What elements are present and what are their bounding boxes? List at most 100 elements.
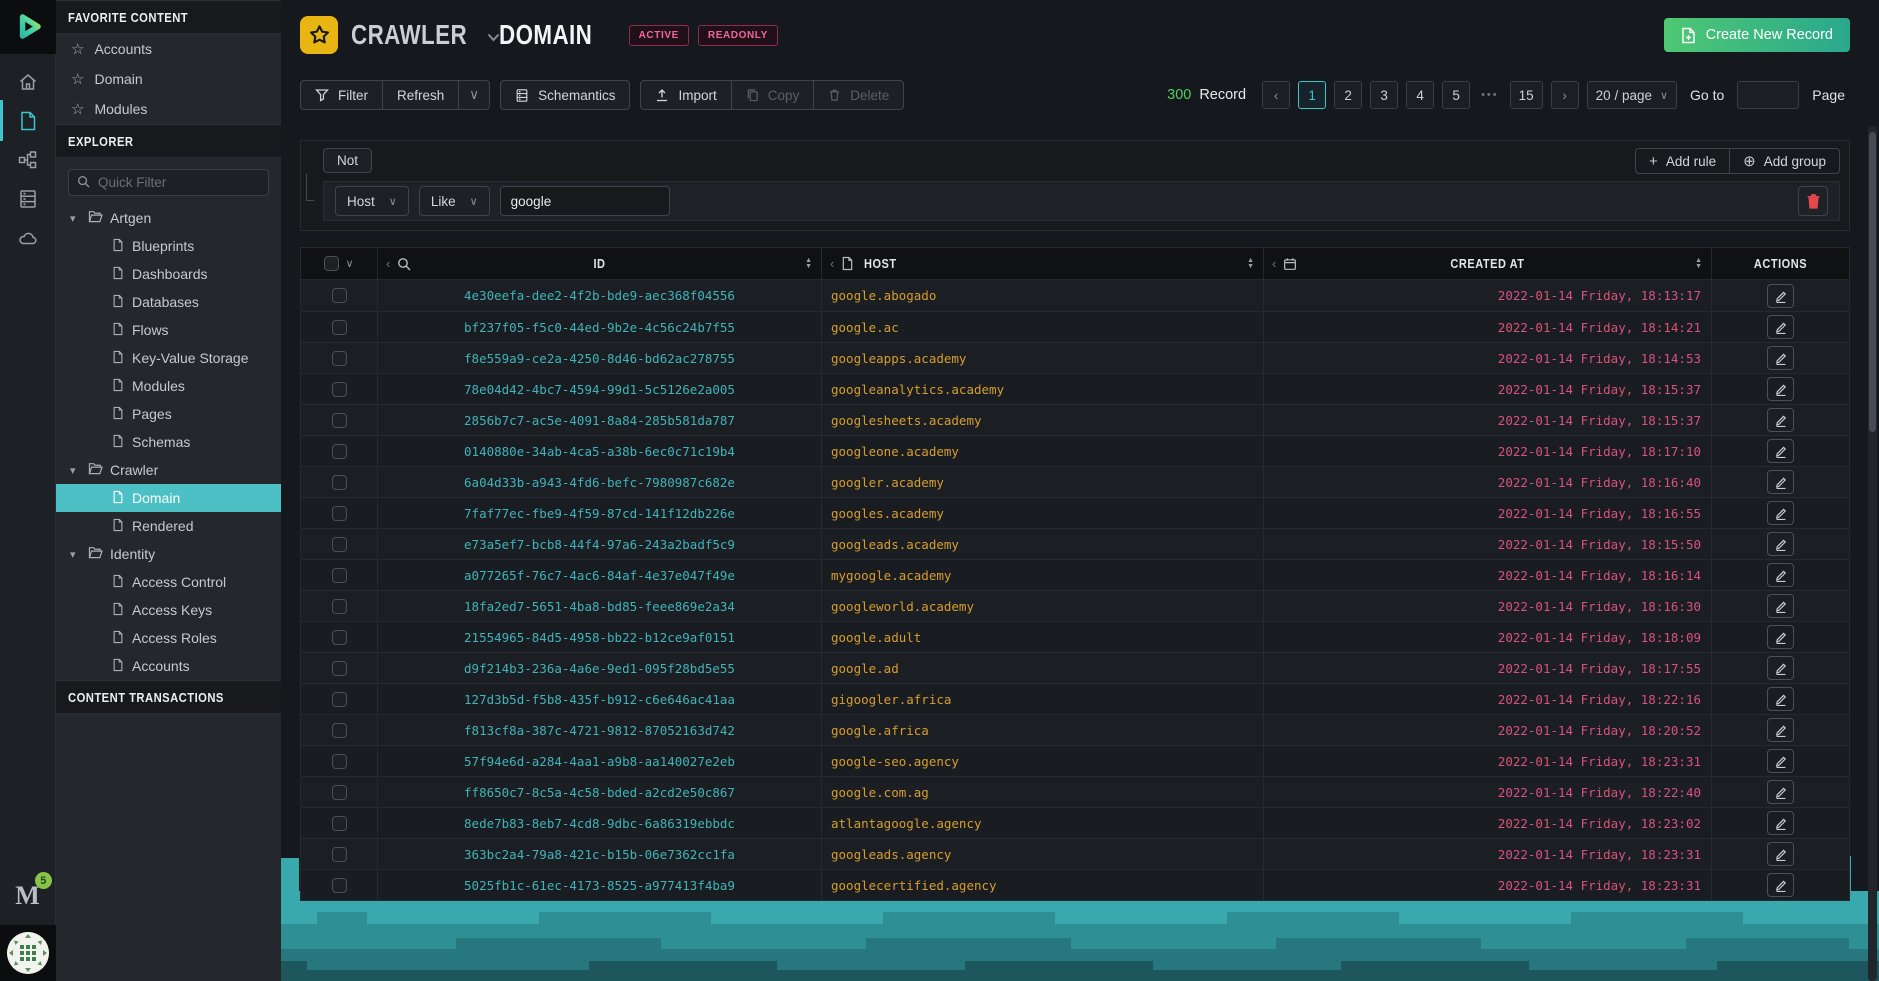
table-row[interactable]: 7faf77ec-fbe9-4f59-87cd-141f12db226egoog…: [301, 497, 1849, 528]
table-row[interactable]: 127d3b5d-f5b8-435f-b912-c6e646ac41aagigo…: [301, 683, 1849, 714]
tree-item-schemas[interactable]: Schemas: [56, 428, 281, 456]
table-row[interactable]: 0140880e-34ab-4ca5-a38b-6ec0c71c19b4goog…: [301, 435, 1849, 466]
tree-item-access-keys[interactable]: Access Keys: [56, 596, 281, 624]
scrollbar-thumb[interactable]: [1869, 132, 1876, 432]
tree-item-rendered[interactable]: Rendered: [56, 512, 281, 540]
edit-record-button[interactable]: [1767, 470, 1794, 494]
documents-icon[interactable]: [16, 109, 39, 132]
table-row[interactable]: 5025fb1c-61ec-4173-8525-a977413f4ba9goog…: [301, 869, 1849, 900]
sidebar-favorite-modules[interactable]: ☆Modules: [56, 94, 281, 124]
favorite-toggle-button[interactable]: [300, 16, 338, 54]
import-button[interactable]: Import: [640, 80, 731, 110]
row-checkbox[interactable]: [332, 878, 347, 893]
caret-down-icon[interactable]: ▾: [70, 212, 81, 225]
edit-record-button[interactable]: [1767, 532, 1794, 556]
edit-record-button[interactable]: [1767, 625, 1794, 649]
header-created-at-column[interactable]: ‹ CREATED AT ▲▼: [1263, 248, 1711, 279]
tree-item-dashboards[interactable]: Dashboards: [56, 260, 281, 288]
table-row[interactable]: 8ede7b83-8eb7-4cd8-9dbc-6a86319ebbdcatla…: [301, 807, 1849, 838]
table-row[interactable]: f813cf8a-387c-4721-9812-87052163d742goog…: [301, 714, 1849, 745]
edit-record-button[interactable]: [1767, 315, 1794, 339]
pagination-page-5[interactable]: 5: [1442, 81, 1470, 109]
edit-record-button[interactable]: [1767, 749, 1794, 773]
row-checkbox[interactable]: [332, 444, 347, 459]
rule-operator-select[interactable]: Like ∨: [419, 186, 490, 216]
edit-record-button[interactable]: [1767, 780, 1794, 804]
sidebar-favorite-accounts[interactable]: ☆Accounts: [56, 34, 281, 64]
table-row[interactable]: 363bc2a4-79a8-421c-b15b-06e7362cc1fagoog…: [301, 838, 1849, 869]
edit-record-button[interactable]: [1767, 501, 1794, 525]
row-checkbox[interactable]: [332, 537, 347, 552]
row-checkbox[interactable]: [332, 599, 347, 614]
edit-record-button[interactable]: [1767, 873, 1794, 897]
edit-record-button[interactable]: [1767, 377, 1794, 401]
header-id-column[interactable]: ‹ ID ▲▼: [377, 248, 821, 279]
row-checkbox[interactable]: [332, 288, 347, 303]
tree-item-pages[interactable]: Pages: [56, 400, 281, 428]
tree-folder-identity[interactable]: ▾Identity: [56, 540, 281, 568]
edit-record-button[interactable]: [1767, 346, 1794, 370]
row-checkbox[interactable]: [332, 847, 347, 862]
create-new-record-button[interactable]: Create New Record: [1664, 18, 1850, 52]
tree-item-databases[interactable]: Databases: [56, 288, 281, 316]
row-checkbox[interactable]: [332, 630, 347, 645]
selection-menu-chevron-icon[interactable]: ∨: [345, 257, 353, 270]
rule-field-select[interactable]: Host ∨: [335, 186, 409, 216]
row-checkbox[interactable]: [332, 816, 347, 831]
edit-record-button[interactable]: [1767, 408, 1794, 432]
row-checkbox[interactable]: [332, 320, 347, 335]
copy-button[interactable]: Copy: [732, 80, 815, 110]
row-checkbox[interactable]: [332, 413, 347, 428]
edit-record-button[interactable]: [1767, 563, 1794, 587]
table-row[interactable]: ff8650c7-8c5a-4c58-bded-a2cd2e50c867goog…: [301, 776, 1849, 807]
row-checkbox[interactable]: [332, 692, 347, 707]
filter-button[interactable]: Filter: [300, 80, 383, 110]
edit-record-button[interactable]: [1767, 687, 1794, 711]
database-icon[interactable]: [16, 187, 39, 210]
table-row[interactable]: bf237f05-f5c0-44ed-9b2e-4c56c24b7f55goog…: [301, 311, 1849, 342]
workspace-logo[interactable]: M 5: [15, 881, 40, 911]
collapse-column-icon[interactable]: ‹: [1272, 257, 1276, 270]
table-row[interactable]: 18fa2ed7-5651-4ba8-bd85-feee869e2a34goog…: [301, 590, 1849, 621]
pagination-page-15[interactable]: 15: [1510, 81, 1543, 109]
goto-page-input[interactable]: [1737, 81, 1799, 109]
row-checkbox[interactable]: [332, 723, 347, 738]
cloud-icon[interactable]: [16, 226, 39, 249]
row-checkbox[interactable]: [332, 351, 347, 366]
caret-down-icon[interactable]: ▾: [70, 548, 81, 561]
sort-icon[interactable]: ▲▼: [1247, 258, 1254, 270]
table-row[interactable]: 2856b7c7-ac5e-4091-8a84-285b581da787goog…: [301, 404, 1849, 435]
tree-folder-artgen[interactable]: ▾Artgen: [56, 204, 281, 232]
page-size-select[interactable]: 20 / page ∨: [1587, 81, 1677, 109]
row-checkbox[interactable]: [332, 475, 347, 490]
workflow-icon[interactable]: [16, 148, 39, 171]
tree-folder-crawler[interactable]: ▾Crawler: [56, 456, 281, 484]
quick-filter-input[interactable]: [68, 169, 269, 196]
caret-down-icon[interactable]: ▾: [70, 464, 81, 477]
table-row[interactable]: e73a5ef7-bcb8-44f4-97a6-243a2badf5c9goog…: [301, 528, 1849, 559]
pagination-next-button[interactable]: ›: [1551, 81, 1579, 109]
delete-rule-button[interactable]: [1798, 186, 1828, 216]
table-row[interactable]: 4e30eefa-dee2-4f2b-bde9-aec368f04556goog…: [301, 280, 1849, 311]
edit-record-button[interactable]: [1767, 284, 1794, 308]
row-checkbox[interactable]: [332, 568, 347, 583]
home-icon[interactable]: [16, 70, 39, 93]
tree-item-access-roles[interactable]: Access Roles: [56, 624, 281, 652]
select-all-checkbox[interactable]: [324, 256, 339, 271]
row-checkbox[interactable]: [332, 754, 347, 769]
tree-item-flows[interactable]: Flows: [56, 316, 281, 344]
add-rule-button[interactable]: + Add rule: [1635, 148, 1730, 174]
pagination-page-3[interactable]: 3: [1370, 81, 1398, 109]
collapse-column-icon[interactable]: ‹: [386, 257, 390, 270]
edit-record-button[interactable]: [1767, 656, 1794, 680]
tree-item-modules[interactable]: Modules: [56, 372, 281, 400]
edit-record-button[interactable]: [1767, 811, 1794, 835]
tree-item-key-value-storage[interactable]: Key-Value Storage: [56, 344, 281, 372]
breadcrumb-collection[interactable]: CRAWLER: [351, 19, 467, 51]
not-toggle-button[interactable]: Not: [323, 148, 372, 173]
sort-icon[interactable]: ▲▼: [1695, 258, 1702, 270]
table-row[interactable]: 21554965-84d5-4958-bb22-b12ce9af0151goog…: [301, 621, 1849, 652]
row-checkbox[interactable]: [332, 661, 347, 676]
sort-icon[interactable]: ▲▼: [805, 258, 812, 270]
collapse-column-icon[interactable]: ‹: [830, 257, 834, 270]
